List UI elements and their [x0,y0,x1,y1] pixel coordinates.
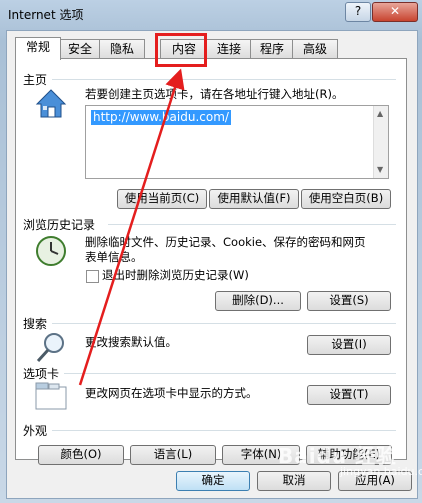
baidu-watermark-url: jingyan.baidu.com [340,465,422,478]
tab-general[interactable]: 常规 [15,37,61,60]
annotation-arrow [78,68,185,386]
internet-options-window: Internet 选项 ? ✕ 常规 安全 隐私 内容 连接 程序 高级 主页 [0,0,422,503]
